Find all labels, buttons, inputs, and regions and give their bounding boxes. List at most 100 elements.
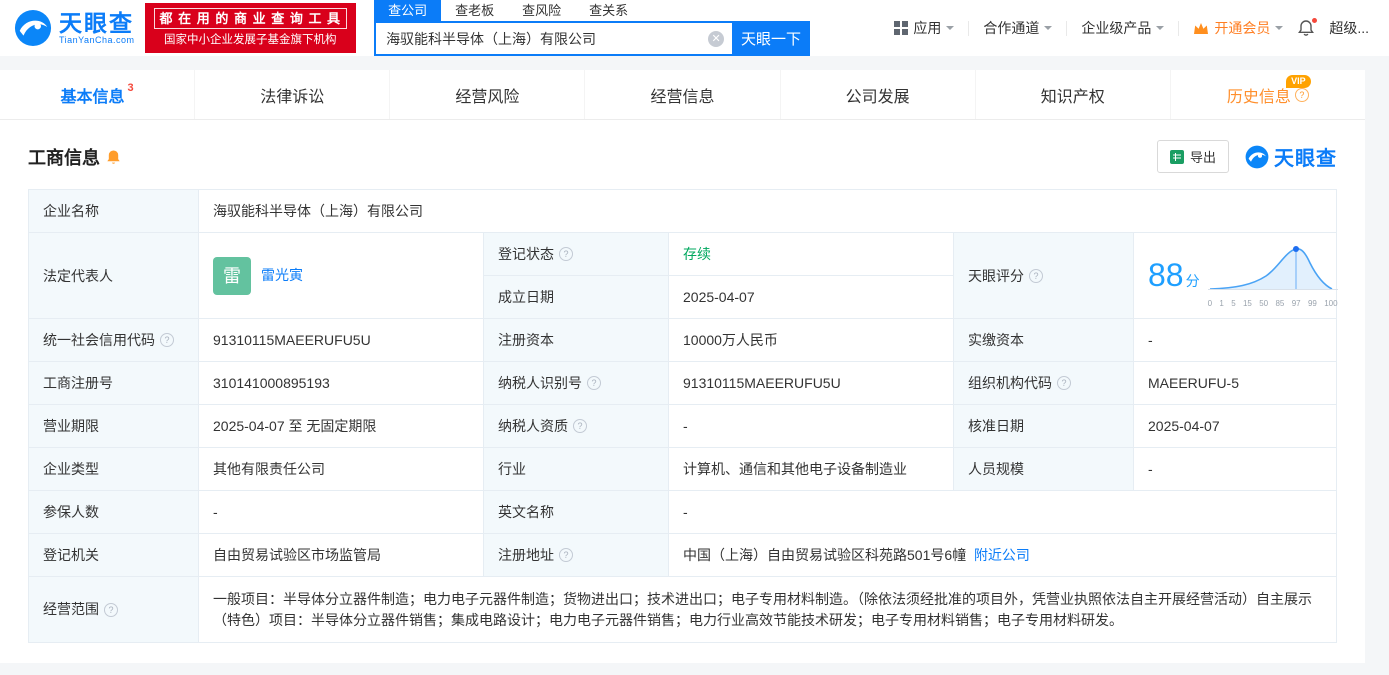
search-button[interactable]: 天眼一下 (732, 21, 811, 56)
nav-open-vip[interactable]: 开通会员 (1193, 18, 1284, 38)
slogan-line1: 都 在 用 的 商 业 查 询 工 具 (153, 7, 348, 30)
header-search: 查公司 查老板 查风险 查关系 ✕ 天眼一下 (374, 0, 811, 56)
search-tab-risk[interactable]: 查风险 (508, 0, 575, 21)
business-term-value: 2025-04-07 至 无固定期限 (198, 404, 484, 449)
watermark-brand-name: 天眼查 (1274, 148, 1337, 170)
tab-legal-proceedings[interactable]: 法律诉讼 (195, 70, 391, 119)
nearby-company-link[interactable]: 附近公司 (974, 547, 1030, 563)
tianyancha-logo[interactable]: 天眼查 TianYanCha.com (14, 9, 135, 47)
field-label: 法定代表人 (28, 231, 199, 320)
tab-intellectual-property[interactable]: 知识产权 (976, 70, 1171, 119)
field-label: 组织机构代码 (953, 361, 1134, 406)
clear-search-icon[interactable]: ✕ (708, 30, 725, 47)
nav-super-vip[interactable]: 超级... (1329, 18, 1369, 38)
help-icon[interactable] (559, 548, 573, 563)
tab-business-info[interactable]: 经营信息 (585, 70, 781, 119)
tab-label: 公司发展 (845, 88, 910, 106)
nav-super-label: 超级... (1329, 20, 1369, 36)
grid-apps-icon (894, 21, 909, 35)
est-date-value: 2025-04-07 (668, 275, 954, 320)
tab-operational-risk[interactable]: 经营风险 (390, 70, 586, 119)
field-label: 注册资本 (483, 318, 669, 363)
business-registration-section: 工商信息 导出 天眼查 企业名称 海驭能科半导体（上海）有限公司 法定代表人 雷… (0, 120, 1365, 663)
tab-label: 历史信息 (1226, 88, 1291, 106)
help-icon[interactable] (559, 247, 573, 262)
nav-cooperation-label: 合作通道 (983, 20, 1040, 36)
excel-export-icon (1169, 149, 1184, 164)
help-icon[interactable] (573, 419, 587, 434)
field-label: 英文名称 (483, 490, 669, 535)
nav-vip-label: 开通会员 (1214, 20, 1271, 36)
export-button[interactable]: 导出 (1156, 140, 1229, 173)
table-row: 法定代表人 雷 雷光寅 登记状态 存续 天眼评分 (28, 231, 1338, 320)
field-label: 人员规模 (953, 447, 1134, 492)
tianyancha-logo-icon (14, 9, 52, 47)
header-spacer (0, 56, 1389, 70)
reg-status-value: 存续 (668, 231, 954, 277)
search-tab-relation[interactable]: 查关系 (575, 0, 642, 21)
field-label: 企业类型 (28, 447, 199, 492)
field-label: 参保人数 (28, 490, 199, 535)
field-label: 统一社会信用代码 (28, 318, 199, 363)
score-unit: 分 (1185, 273, 1200, 290)
approval-date-value: 2025-04-07 (1133, 404, 1337, 449)
tab-count-badge: 3 (127, 82, 134, 94)
help-icon[interactable] (1057, 376, 1071, 391)
staff-size-value: - (1133, 447, 1337, 492)
field-label: 企业名称 (28, 189, 199, 233)
company-detail-tabs: 基本信息 3 法律诉讼 经营风险 经营信息 公司发展 知识产权 VIP 历史信息 (0, 70, 1365, 120)
business-scope-value: 一般项目：半导体分立器件制造；电力电子元器件制造；货物进出口；技术进出口；电子专… (198, 576, 1337, 643)
nav-apps-label: 应用 (913, 20, 942, 36)
watermark-brand: 天眼查 (1245, 142, 1337, 171)
credit-code-value: 91310115MAEERUFU5U (198, 318, 484, 363)
tianyancha-mark-icon (1245, 145, 1269, 168)
search-type-tabs: 查公司 查老板 查风险 查关系 (374, 0, 810, 21)
logo-domain: TianYanCha.com (59, 35, 135, 46)
tab-label: 法律诉讼 (260, 88, 325, 106)
reg-capital-value: 10000万人民币 (668, 318, 954, 363)
field-label: 营业期限 (28, 404, 199, 449)
tab-label: 经营风险 (455, 88, 520, 106)
tab-label: 基本信息 (60, 88, 125, 106)
field-label: 纳税人资质 (483, 404, 669, 449)
vip-badge: VIP (1286, 75, 1311, 88)
legal-rep-link[interactable]: 雷光寅 (261, 265, 303, 285)
score-axis-labels: 0 1 5 15 50 85 97 99 100 (1207, 299, 1338, 309)
chevron-down-icon (946, 26, 955, 34)
tianyan-score-cell[interactable]: 88 分 01 5 15 50 85 97 99 100 (1133, 231, 1338, 320)
nav-apps[interactable]: 应用 (894, 18, 955, 38)
taxpayer-qual-value: - (668, 404, 954, 449)
table-row: 统一社会信用代码 91310115MAEERUFU5U 注册资本 10000万人… (28, 318, 1337, 363)
search-tab-company[interactable]: 查公司 (374, 0, 442, 21)
monitor-bell-icon[interactable] (106, 149, 121, 165)
search-input[interactable] (374, 21, 733, 56)
reg-number-value: 310141000895193 (198, 361, 484, 406)
help-icon[interactable] (1294, 87, 1309, 102)
tab-history-info[interactable]: VIP 历史信息 (1171, 70, 1365, 119)
legal-rep-cell: 雷 雷光寅 (198, 231, 484, 320)
nav-enterprise-products[interactable]: 企业级产品 (1081, 18, 1165, 38)
tab-company-development[interactable]: 公司发展 (781, 70, 976, 119)
paid-capital-value: - (1133, 318, 1337, 363)
table-row: 工商注册号 310141000895193 纳税人识别号 91310115MAE… (28, 361, 1337, 406)
main-container: 基本信息 3 法律诉讼 经营风险 经营信息 公司发展 知识产权 VIP 历史信息… (0, 70, 1365, 663)
legal-rep-avatar[interactable]: 雷 (213, 256, 251, 295)
score-value: 88 (1148, 257, 1184, 294)
logo-name: 天眼查 (59, 9, 134, 36)
notifications-bell[interactable] (1297, 17, 1319, 37)
table-row: 参保人数 - 英文名称 - (28, 490, 1337, 535)
table-row: 企业名称 海驭能科半导体（上海）有限公司 (28, 189, 1337, 233)
nav-enterprise-label: 企业级产品 (1081, 20, 1152, 36)
help-icon[interactable] (587, 376, 601, 391)
field-label: 注册地址 (483, 533, 669, 578)
help-icon[interactable] (160, 333, 174, 348)
crown-icon (1194, 22, 1209, 34)
help-icon[interactable] (104, 602, 118, 617)
tab-label: 经营信息 (650, 88, 715, 106)
search-tab-boss[interactable]: 查老板 (441, 0, 508, 21)
tab-basic-info[interactable]: 基本信息 3 (0, 70, 196, 119)
table-row: 登记机关 自由贸易试验区市场监管局 注册地址 中国（上海）自由贸易试验区科苑路5… (28, 533, 1337, 578)
help-icon[interactable] (1029, 268, 1043, 283)
insured-value: - (198, 490, 484, 535)
nav-cooperation[interactable]: 合作通道 (983, 18, 1053, 38)
